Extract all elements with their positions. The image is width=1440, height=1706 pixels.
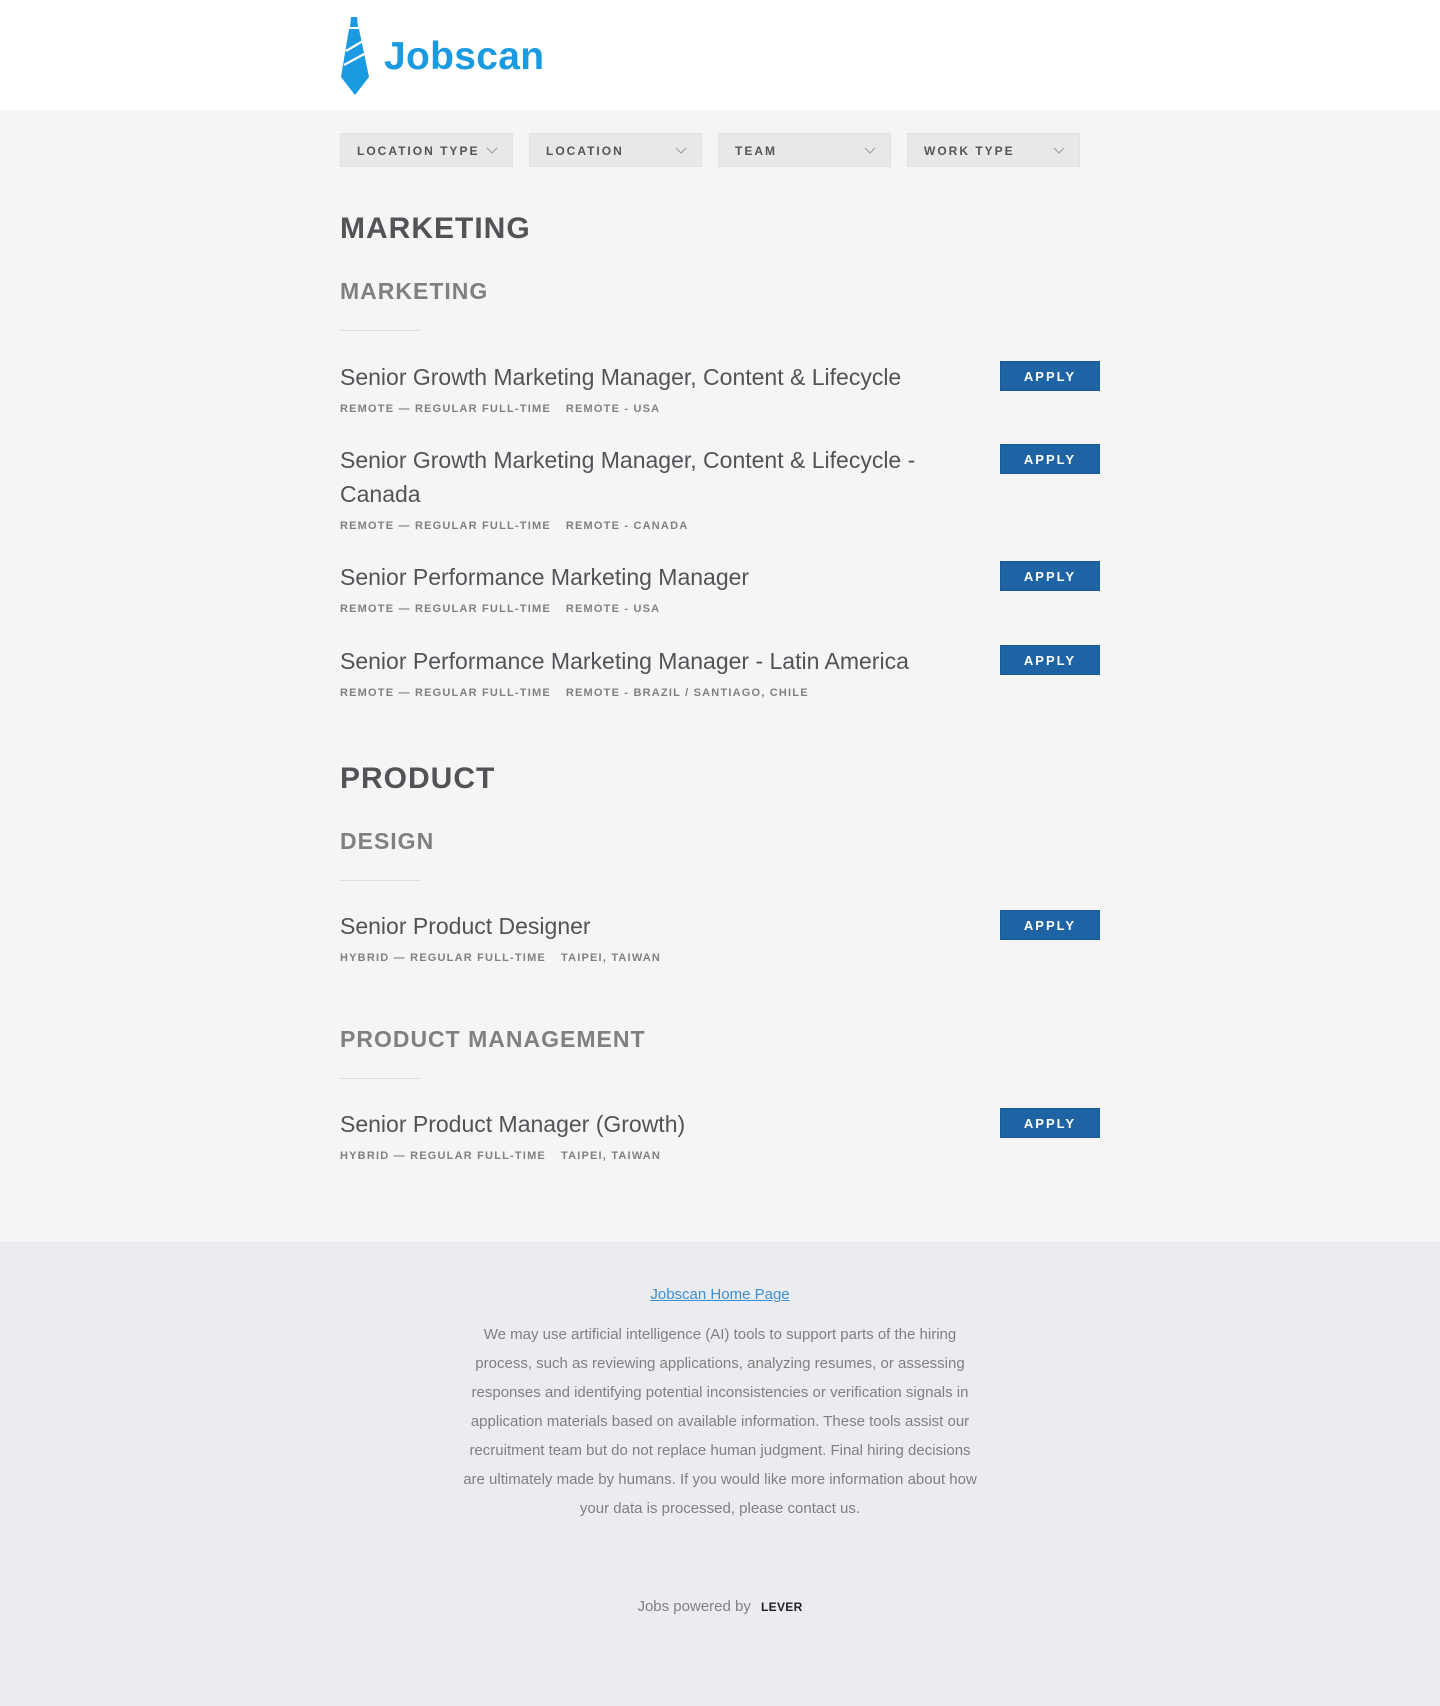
posting-meta: HYBRID — REGULAR FULL-TIME TAIPEI, TAIWA… xyxy=(340,952,1100,964)
posting-meta: REMOTE — REGULAR FULL-TIME REMOTE - USA xyxy=(340,403,1100,415)
posting: Senior Product Manager (Growth) HYBRID —… xyxy=(340,1107,1100,1162)
team-divider xyxy=(340,880,420,881)
filter-label: TEAM xyxy=(735,144,777,158)
posting-location: TAIPEI, TAIWAN xyxy=(560,1150,662,1162)
posting-commitment: HYBRID — REGULAR FULL-TIME xyxy=(340,952,546,964)
apply-button[interactable]: APPLY xyxy=(1000,561,1100,591)
team-title: DESIGN xyxy=(340,828,435,854)
filter-work-type[interactable]: WORK TYPE xyxy=(907,133,1080,167)
posting: Senior Performance Marketing Manager REM… xyxy=(340,560,1100,615)
filter-location-type[interactable]: LOCATION TYPE xyxy=(340,133,513,167)
logo-text: Jobscan xyxy=(384,34,545,78)
posting: Senior Growth Marketing Manager, Content… xyxy=(340,360,1100,415)
home-page-link[interactable]: Jobscan Home Page xyxy=(0,1286,1440,1303)
posting-commitment: REMOTE — REGULAR FULL-TIME xyxy=(340,403,551,415)
apply-button[interactable]: APPLY xyxy=(1000,645,1100,675)
chevron-down-icon xyxy=(1053,147,1065,154)
posting-title-link[interactable]: Senior Product Designer xyxy=(340,909,940,943)
chevron-down-icon xyxy=(486,147,498,154)
apply-button[interactable]: APPLY xyxy=(1000,910,1100,940)
ai-disclaimer: We may use artificial intelligence (AI) … xyxy=(463,1326,977,1517)
tie-logo-icon xyxy=(341,17,369,95)
posting-meta: HYBRID — REGULAR FULL-TIME TAIPEI, TAIWA… xyxy=(340,1150,1100,1162)
posting-meta: REMOTE — REGULAR FULL-TIME REMOTE - USA xyxy=(340,603,1100,615)
team-title: MARKETING xyxy=(340,278,489,304)
filter-location[interactable]: LOCATION xyxy=(529,133,702,167)
apply-button[interactable]: APPLY xyxy=(1000,1108,1100,1138)
team-divider xyxy=(340,330,420,331)
chevron-down-icon xyxy=(675,147,687,154)
filter-label: WORK TYPE xyxy=(924,144,1015,158)
apply-button[interactable]: APPLY xyxy=(1000,444,1100,474)
posting-title-link[interactable]: Senior Performance Marketing Manager - L… xyxy=(340,644,940,678)
chevron-down-icon xyxy=(864,147,876,154)
apply-button[interactable]: APPLY xyxy=(1000,361,1100,391)
site-footer: Jobscan Home Page We may use artificial … xyxy=(0,1242,1440,1706)
powered-by-text: Jobs powered by xyxy=(637,1598,751,1615)
department-title: PRODUCT xyxy=(340,762,496,795)
team-divider xyxy=(340,1078,420,1079)
posting: Senior Growth Marketing Manager, Content… xyxy=(340,443,1100,532)
posting-commitment: REMOTE — REGULAR FULL-TIME xyxy=(340,520,551,532)
jobscan-logo[interactable]: Jobscan xyxy=(340,17,544,95)
postings-main: LOCATION TYPE LOCATION TEAM WORK TYPE MA… xyxy=(0,110,1440,1242)
filter-label: LOCATION TYPE xyxy=(357,144,480,158)
department-title: MARKETING xyxy=(340,212,531,245)
powered-by: Jobs powered by LEVER xyxy=(0,1598,1440,1615)
posting-location: TAIPEI, TAIWAN xyxy=(560,952,662,964)
team-title: PRODUCT MANAGEMENT xyxy=(340,1026,646,1052)
filter-team[interactable]: TEAM xyxy=(718,133,891,167)
posting: Senior Performance Marketing Manager - L… xyxy=(340,644,1100,699)
site-header: Jobscan xyxy=(0,0,1440,110)
posting-location: REMOTE - CANADA xyxy=(565,520,689,532)
posting-commitment: REMOTE — REGULAR FULL-TIME xyxy=(340,603,551,615)
lever-logo[interactable]: LEVER xyxy=(761,1600,803,1614)
posting-title-link[interactable]: Senior Growth Marketing Manager, Content… xyxy=(340,443,940,511)
posting-title-link[interactable]: Senior Performance Marketing Manager xyxy=(340,560,940,594)
posting-location: REMOTE - USA xyxy=(565,403,661,415)
posting-title-link[interactable]: Senior Growth Marketing Manager, Content… xyxy=(340,360,940,394)
filter-bar: LOCATION TYPE LOCATION TEAM WORK TYPE xyxy=(340,133,1096,167)
filter-label: LOCATION xyxy=(546,144,624,158)
posting-location: REMOTE - BRAZIL / SANTIAGO, CHILE xyxy=(565,687,809,699)
posting-meta: REMOTE — REGULAR FULL-TIME REMOTE - CANA… xyxy=(340,520,1100,532)
posting-commitment: REMOTE — REGULAR FULL-TIME xyxy=(340,687,551,699)
posting-title-link[interactable]: Senior Product Manager (Growth) xyxy=(340,1107,940,1141)
posting: Senior Product Designer HYBRID — REGULAR… xyxy=(340,909,1100,964)
posting-location: REMOTE - USA xyxy=(565,603,661,615)
posting-commitment: HYBRID — REGULAR FULL-TIME xyxy=(340,1150,546,1162)
posting-meta: REMOTE — REGULAR FULL-TIME REMOTE - BRAZ… xyxy=(340,687,1100,699)
